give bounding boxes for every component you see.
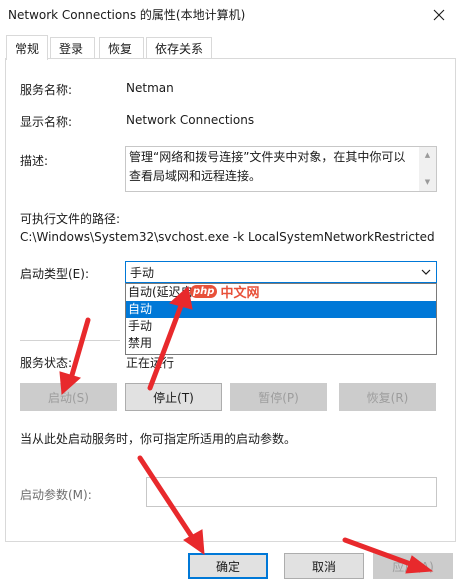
display-name-label: 显示名称: bbox=[20, 115, 73, 129]
description-scrollbar[interactable]: ▲ ▼ bbox=[419, 147, 436, 191]
chevron-down-icon bbox=[421, 269, 431, 275]
startup-type-select[interactable]: 手动 bbox=[125, 261, 437, 283]
service-status-value: 正在运行 bbox=[126, 356, 175, 370]
apply-button-label: 应用(A) bbox=[392, 559, 434, 574]
resume-button[interactable]: 恢复(R) bbox=[339, 383, 436, 411]
startup-params-label: 启动参数(M): bbox=[20, 488, 92, 502]
startup-params-input[interactable] bbox=[146, 477, 437, 507]
stop-button[interactable]: 停止(T) bbox=[125, 383, 222, 411]
tab-label: 依存关系 bbox=[155, 42, 204, 56]
pause-button-label: 暂停(P) bbox=[258, 390, 299, 405]
window-title: Network Connections 的属性(本地计算机) bbox=[8, 8, 246, 22]
tab-strip: 常规 登录 恢复 依存关系 bbox=[0, 35, 461, 60]
startup-type-value: 手动 bbox=[130, 265, 155, 280]
tab-general[interactable]: 常规 bbox=[6, 35, 48, 60]
tab-label: 常规 bbox=[15, 41, 40, 56]
startup-option-disabled[interactable]: 禁用 bbox=[126, 335, 436, 352]
close-icon bbox=[433, 9, 445, 21]
tab-logon[interactable]: 登录 bbox=[50, 37, 95, 59]
cancel-button-label: 取消 bbox=[311, 559, 336, 574]
path-label: 可执行文件的路径: bbox=[20, 212, 121, 226]
display-name-value: Network Connections bbox=[126, 113, 255, 127]
scroll-up-icon[interactable]: ▲ bbox=[419, 147, 436, 164]
close-button[interactable] bbox=[417, 0, 461, 30]
start-button-label: 启动(S) bbox=[48, 390, 89, 405]
description-text: 管理“网络和拨号连接”文件夹中对象，在其中你可以查看局域网和远程连接。 bbox=[129, 150, 406, 183]
ok-button-label: 确定 bbox=[215, 559, 240, 574]
divider bbox=[20, 340, 120, 341]
watermark-logo: php 中文网 bbox=[190, 282, 259, 301]
stop-button-label: 停止(T) bbox=[153, 390, 194, 405]
startup-type-dropdown: 自动(延迟启动) 自动 手动 禁用 bbox=[125, 283, 437, 355]
ok-button[interactable]: 确定 bbox=[188, 553, 268, 579]
description-label: 描述: bbox=[20, 154, 49, 168]
apply-button[interactable]: 应用(A) bbox=[373, 553, 453, 579]
tab-label: 恢复 bbox=[108, 42, 133, 56]
watermark-text: 中文网 bbox=[220, 286, 260, 301]
tab-label: 登录 bbox=[59, 42, 84, 56]
watermark-badge: php bbox=[190, 285, 218, 298]
title-bar: Network Connections 的属性(本地计算机) bbox=[0, 0, 461, 30]
startup-params-hint: 当从此处启动服务时，你可指定所适用的启动参数。 bbox=[20, 432, 297, 446]
startup-type-label: 启动类型(E): bbox=[20, 267, 89, 281]
startup-option-auto[interactable]: 自动 bbox=[126, 301, 436, 318]
service-name-value: Netman bbox=[126, 81, 174, 95]
pause-button[interactable]: 暂停(P) bbox=[230, 383, 327, 411]
path-value: C:\Windows\System32\svchost.exe -k Local… bbox=[20, 230, 438, 244]
tab-recovery[interactable]: 恢复 bbox=[99, 37, 144, 59]
scroll-down-icon[interactable]: ▼ bbox=[419, 174, 436, 191]
resume-button-label: 恢复(R) bbox=[366, 390, 409, 405]
startup-option-manual[interactable]: 手动 bbox=[126, 318, 436, 335]
service-status-label: 服务状态: bbox=[20, 356, 73, 370]
description-box[interactable]: 管理“网络和拨号连接”文件夹中对象，在其中你可以查看局域网和远程连接。 ▲ ▼ bbox=[125, 146, 437, 192]
tab-dependencies[interactable]: 依存关系 bbox=[146, 37, 212, 59]
startup-option-auto-delayed[interactable]: 自动(延迟启动) bbox=[126, 284, 436, 301]
cancel-button[interactable]: 取消 bbox=[284, 553, 364, 579]
start-button[interactable]: 启动(S) bbox=[20, 383, 117, 411]
service-name-label: 服务名称: bbox=[20, 83, 73, 97]
